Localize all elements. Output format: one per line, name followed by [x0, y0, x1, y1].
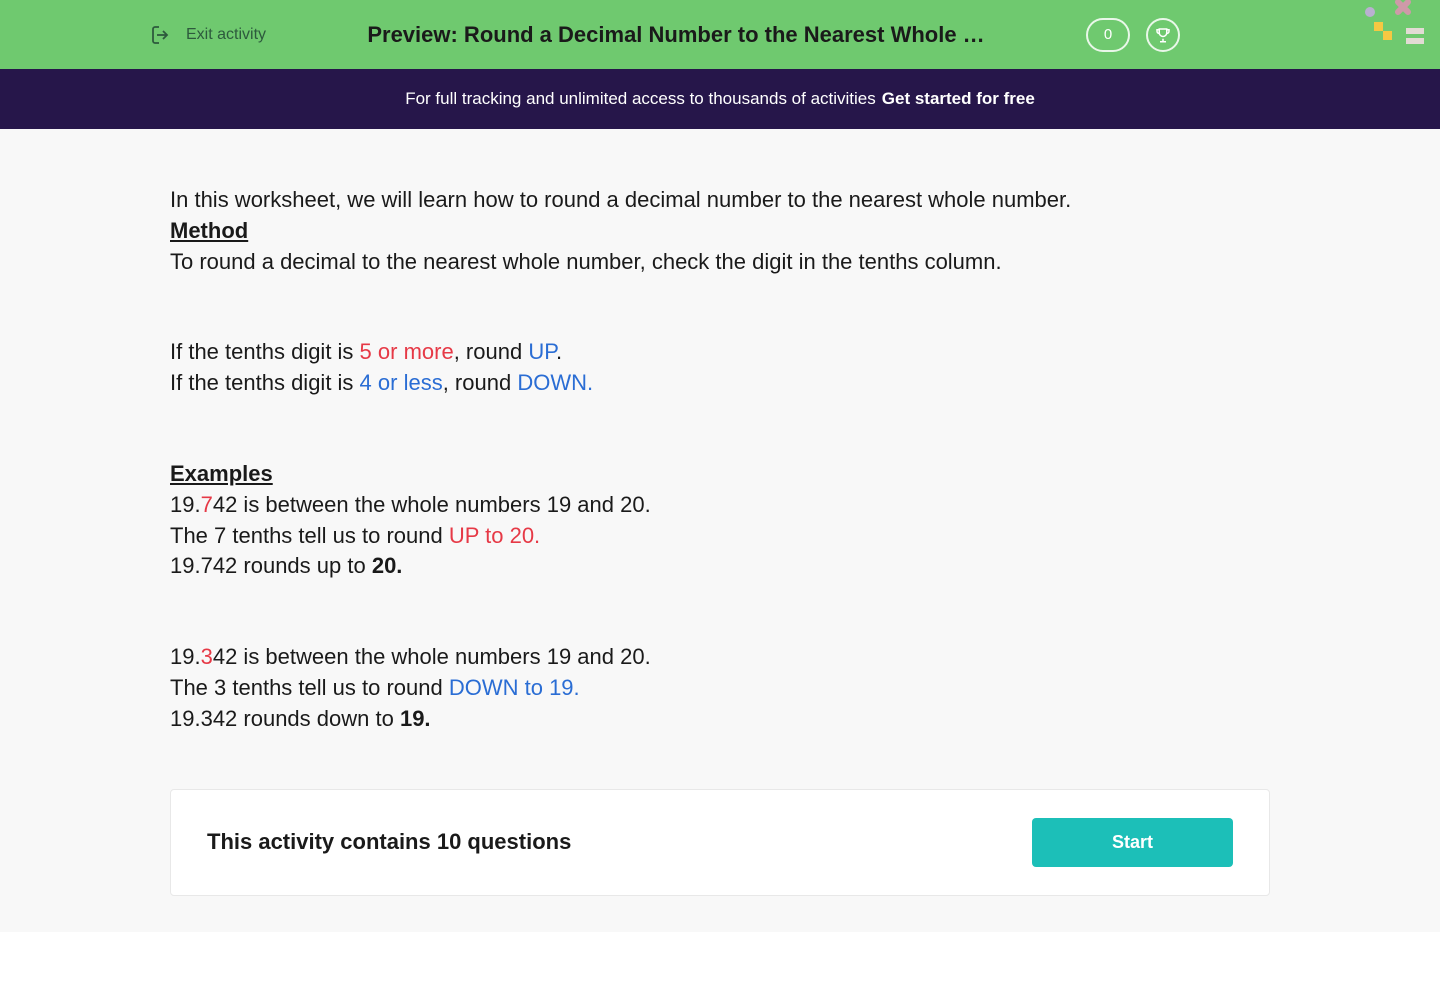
get-started-link[interactable]: Get started for free — [882, 89, 1035, 109]
exit-label: Exit activity — [186, 26, 266, 44]
examples-heading: Examples — [170, 461, 273, 486]
example-1-line-3: 19.742 rounds up to 20. — [170, 551, 1250, 582]
example-2-line-1: 19.342 is between the whole numbers 19 a… — [170, 642, 1250, 673]
example-1-line-2: The 7 tenths tell us to round UP to 20. — [170, 521, 1250, 552]
method-description: To round a decimal to the nearest whole … — [170, 247, 1250, 278]
example-2-line-2: The 3 tenths tell us to round DOWN to 19… — [170, 673, 1250, 704]
start-button[interactable]: Start — [1032, 818, 1233, 867]
decoration-icon — [1360, 0, 1430, 50]
score-value: 0 — [1104, 26, 1112, 43]
rule-round-down: If the tenths digit is 4 or less, round … — [170, 368, 1250, 399]
example-2-block: 19.342 is between the whole numbers 19 a… — [170, 642, 1250, 734]
example-1-line-1: 19.742 is between the whole numbers 19 a… — [170, 490, 1250, 521]
question-count-text: This activity contains 10 questions — [207, 829, 571, 855]
header: Exit activity Preview: Round a Decimal N… — [0, 0, 1440, 69]
exit-activity-button[interactable]: Exit activity — [150, 23, 266, 47]
promo-banner: For full tracking and unlimited access t… — [0, 69, 1440, 129]
method-heading: Method — [170, 218, 248, 243]
rule-round-up: If the tenths digit is 5 or more, round … — [170, 337, 1250, 368]
header-controls: 0 — [1086, 18, 1180, 52]
activity-footer-card: This activity contains 10 questions Star… — [170, 789, 1270, 896]
page-bottom-bar — [0, 932, 1440, 1002]
trophy-icon — [1154, 26, 1172, 44]
banner-text: For full tracking and unlimited access t… — [405, 89, 876, 109]
example-2-line-3: 19.342 rounds down to 19. — [170, 704, 1250, 735]
rules-block: If the tenths digit is 5 or more, round … — [170, 337, 1250, 399]
example-1-block: Examples 19.742 is between the whole num… — [170, 459, 1250, 582]
trophy-badge[interactable] — [1146, 18, 1180, 52]
page-title: Preview: Round a Decimal Number to the N… — [296, 22, 1056, 48]
intro-text: In this worksheet, we will learn how to … — [170, 185, 1250, 216]
worksheet-content: In this worksheet, we will learn how to … — [170, 129, 1270, 735]
method-block: Method To round a decimal to the nearest… — [170, 216, 1250, 278]
exit-icon — [150, 23, 174, 47]
spacer — [0, 896, 1440, 932]
score-badge: 0 — [1086, 18, 1130, 52]
